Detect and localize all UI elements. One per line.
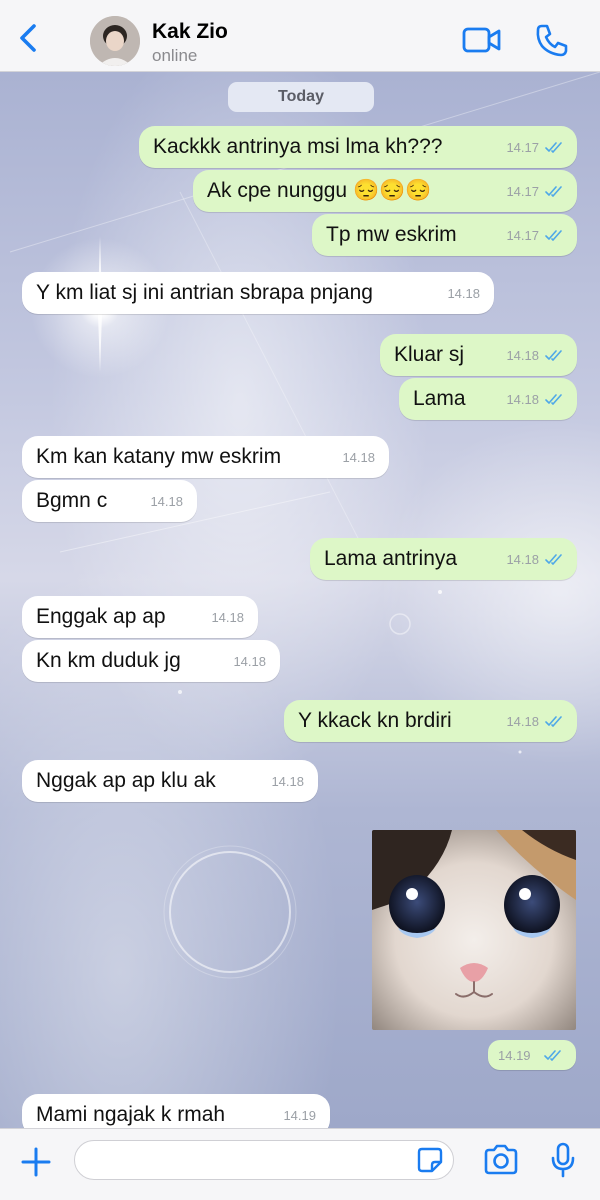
message-bubble-outgoing[interactable]: Lama antrinya 14.18 [310,538,577,580]
input-bar [0,1128,600,1200]
sticker-icon [417,1147,443,1173]
contact-avatar[interactable] [90,16,140,66]
video-camera-icon [462,27,501,53]
message-text: Lama antrinya [324,547,458,570]
message-text: Lama [413,387,466,410]
message-bubble-outgoing[interactable]: Lama 14.18 [399,378,577,420]
read-ticks-icon [545,716,562,727]
phone-icon [536,24,568,57]
message-bubble-outgoing[interactable]: Ak cpe nunggu 😔😔😔 14.17 [193,170,577,212]
message-text: Ak cpe nunggu 😔😔😔 [207,179,432,202]
message-bubble-incoming[interactable]: Mami ngajak k rmah 14.19 [22,1094,330,1128]
chevron-left-icon [20,24,36,52]
message-time: 14.17 [506,228,539,243]
message-bubble-outgoing[interactable]: Tp mw eskrim 14.17 [312,214,577,256]
message-time: 14.18 [447,286,480,301]
message-time: 14.18 [342,450,375,465]
message-bubble-incoming[interactable]: Km kan katany mw eskrim 14.18 [22,436,389,478]
camera-button[interactable] [482,1143,520,1177]
message-bubble-incoming[interactable]: Bgmn c 14.18 [22,480,197,522]
message-bubble-incoming[interactable]: Kn km duduk jg 14.18 [22,640,280,682]
message-time: 14.18 [211,610,244,625]
crying-cat-sticker [372,830,576,1030]
message-bubble-incoming[interactable]: Nggak ap ap klu ak 14.18 [22,760,318,802]
plus-icon [21,1147,51,1177]
message-text: Mami ngajak k rmah [36,1103,226,1126]
chat-area[interactable]: Today Kackkk antrinya msi lma kh??? 14.1… [0,72,600,1128]
read-ticks-icon [545,142,562,153]
message-time: 14.17 [506,184,539,199]
read-ticks-icon [544,1050,561,1061]
read-ticks-icon [545,230,562,241]
message-text: Kackkk antrinya msi lma kh??? [153,135,443,158]
image-meta: 14.19 [488,1040,576,1070]
message-time: 14.18 [506,552,539,567]
read-ticks-icon [545,394,562,405]
message-text: Enggak ap ap [36,605,166,628]
avatar-photo [90,16,140,66]
message-text: Bgmn c [36,489,108,512]
video-call-button[interactable] [460,22,504,58]
message-time: 14.17 [506,140,539,155]
read-ticks-icon [545,554,562,565]
message-bubble-outgoing[interactable]: Kluar sj 14.18 [380,334,577,376]
message-time: 14.19 [283,1108,316,1123]
message-bubble-outgoing[interactable]: Kackkk antrinya msi lma kh??? 14.17 [139,126,577,168]
message-bubble-incoming[interactable]: Enggak ap ap 14.18 [22,596,258,638]
message-time: 14.18 [233,654,266,669]
message-bubble-outgoing[interactable]: Y kkack kn brdiri 14.18 [284,700,577,742]
message-text: Nggak ap ap klu ak [36,769,216,792]
read-ticks-icon [545,186,562,197]
message-time: 14.18 [506,714,539,729]
chat-header: Kak Zio online [0,0,600,72]
message-bubble-incoming[interactable]: Y km liat sj ini antrian sbrapa pnjang 1… [22,272,494,314]
message-text: Y km liat sj ini antrian sbrapa pnjang [36,281,373,304]
back-button[interactable] [10,18,46,58]
message-time: 14.19 [498,1048,531,1063]
attach-button[interactable] [18,1144,54,1180]
message-input[interactable] [74,1140,454,1180]
message-text: Y kkack kn brdiri [298,709,452,732]
message-time: 14.18 [150,494,183,509]
message-time: 14.18 [506,348,539,363]
voice-message-button[interactable] [550,1141,576,1179]
contact-name[interactable]: Kak Zio [152,20,228,44]
voice-call-button[interactable] [532,20,572,60]
sticker-image[interactable] [372,830,576,1030]
microphone-icon [551,1142,575,1178]
message-time: 14.18 [506,392,539,407]
message-text: Km kan katany mw eskrim [36,445,282,468]
message-text: Tp mw eskrim [326,223,457,246]
read-ticks-icon [545,350,562,361]
contact-status: online [152,46,198,65]
date-separator: Today [228,82,374,112]
sticker-button[interactable] [416,1146,444,1174]
camera-icon [484,1144,518,1175]
message-text: Kn km duduk jg [36,649,181,672]
message-text: Kluar sj [394,343,465,366]
message-time: 14.18 [271,774,304,789]
